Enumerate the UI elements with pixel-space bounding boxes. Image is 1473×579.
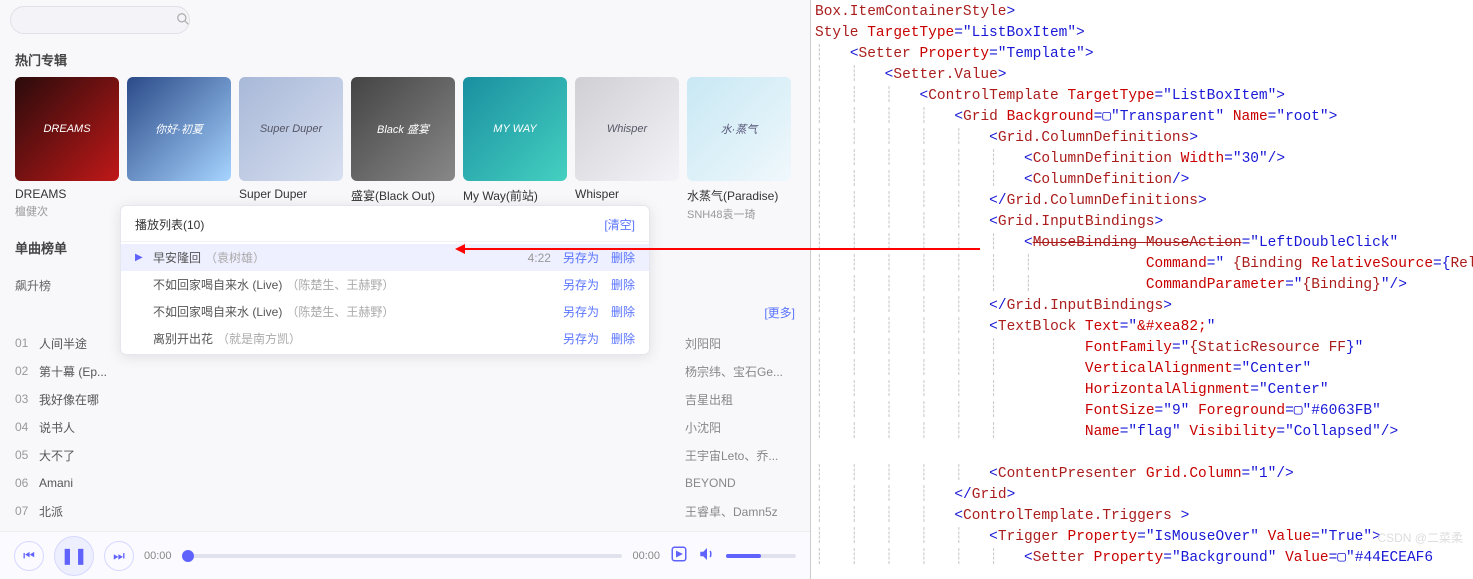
album-cover[interactable]: 水·蒸气: [687, 77, 791, 181]
playlist-saveas-link[interactable]: 另存为: [563, 303, 599, 320]
rank-row[interactable]: 04说书人小沈阳: [15, 413, 795, 441]
rank-artist: 王睿卓、Damn5z: [685, 503, 795, 520]
volume-icon[interactable]: [698, 545, 716, 566]
music-app-pane: 热门专辑 DREAMSDREAMS檀健次 你好·初夏 Super DuperSu…: [0, 0, 810, 579]
rank-name: 北派: [39, 503, 685, 520]
album-title: My Way(前站): [463, 187, 567, 204]
prev-button[interactable]: ⏮: [14, 541, 44, 571]
playlist-delete-link[interactable]: 删除: [611, 303, 635, 320]
rank-num: 06: [15, 476, 39, 490]
album-cover[interactable]: Whisper: [575, 77, 679, 181]
album-cover[interactable]: Black 盛宴: [351, 77, 455, 181]
time-total: 00:00: [632, 550, 660, 562]
playlist-saveas-link[interactable]: 另存为: [563, 330, 599, 347]
album-artist: SNH48袁一琦: [687, 206, 791, 222]
rank-name: 我好像在哪: [39, 391, 685, 408]
volume-slider[interactable]: [726, 554, 796, 558]
volume-fill: [726, 554, 761, 558]
search-box[interactable]: [10, 6, 190, 34]
album-card[interactable]: 你好·初夏: [127, 77, 231, 222]
album-title: Whisper: [575, 187, 679, 201]
progress-bar[interactable]: [182, 554, 623, 558]
play-pause-button[interactable]: ❚❚: [54, 536, 94, 576]
playlist-song-name: 不如回家喝自来水 (Live)（陈楚生、王赫野）: [153, 276, 507, 293]
album-title: Super Duper: [239, 187, 343, 201]
album-cover[interactable]: 你好·初夏: [127, 77, 231, 181]
rank-row[interactable]: 02第十幕 (Ep...杨宗纬、宝石Ge...: [15, 357, 795, 385]
playlist-duration: 4:22: [507, 251, 551, 265]
progress-thumb[interactable]: [182, 550, 194, 562]
playlist-title: 播放列表(10): [135, 216, 204, 233]
rank-num: 03: [15, 392, 39, 406]
annotation-arrow: [460, 248, 980, 250]
rank-num: 01: [15, 336, 39, 350]
albums-row: DREAMSDREAMS檀健次 你好·初夏 Super DuperSuper D…: [0, 77, 810, 222]
rank-artist: 杨宗纬、宝石Ge...: [685, 363, 795, 380]
playlist-header: 播放列表(10) [清空]: [121, 206, 649, 242]
album-card[interactable]: Black 盛宴盛宴(Black Out): [351, 77, 455, 222]
rank-num: 02: [15, 364, 39, 378]
playlist-saveas-link[interactable]: 另存为: [563, 276, 599, 293]
next-button[interactable]: ⏭: [104, 541, 134, 571]
playlist-delete-link[interactable]: 删除: [611, 276, 635, 293]
section-hot-albums: 热门专辑: [0, 40, 810, 77]
play-flag-icon: ▶: [135, 252, 153, 263]
playlist-song-name: 不如回家喝自来水 (Live)（陈楚生、王赫野）: [153, 303, 507, 320]
rank-row[interactable]: 03我好像在哪吉星出租: [15, 385, 795, 413]
rank-num: 05: [15, 448, 39, 462]
playlist-song-name: 离别开出花（就是南方凯）: [153, 330, 507, 347]
rank-row[interactable]: 06AmaniBEYOND: [15, 469, 795, 497]
rank-name: 说书人: [39, 419, 685, 436]
code-editor-pane[interactable]: Box.ItemContainerStyle> Style TargetType…: [810, 0, 1473, 579]
album-title: DREAMS: [15, 187, 119, 201]
playlist-saveas-link[interactable]: 另存为: [563, 249, 599, 266]
album-card[interactable]: Super Duper Super Duper: [239, 77, 343, 222]
album-card[interactable]: DREAMS DREAMS 檀健次: [15, 77, 119, 222]
playlist-icon[interactable]: [670, 545, 688, 566]
search-input[interactable]: [21, 13, 176, 27]
album-card[interactable]: WhisperWhisper者): [575, 77, 679, 222]
album-title: 盛宴(Black Out): [351, 187, 455, 204]
rank-row[interactable]: 05大不了王宇宙Leto、乔...: [15, 441, 795, 469]
album-artist: 檀健次: [15, 203, 119, 219]
playlist-delete-link[interactable]: 删除: [611, 330, 635, 347]
rank-name: Amani: [39, 476, 685, 490]
rank-row[interactable]: 07北派王睿卓、Damn5z: [15, 497, 795, 525]
search-icon[interactable]: [176, 12, 190, 29]
rank-artist: 刘阳阳: [685, 335, 795, 352]
rank-num: 04: [15, 420, 39, 434]
watermark: CSDN @二菜柔: [1377, 528, 1463, 549]
rank-artist: 吉星出租: [685, 391, 795, 408]
search-row: [0, 0, 810, 40]
playlist-row[interactable]: 离别开出花（就是南方凯） 另存为 删除: [121, 325, 649, 352]
playlist-popup: 播放列表(10) [清空] ▶ 早安隆回（袁树雄） 4:22 另存为 删除 不如…: [120, 205, 650, 355]
playlist-body: ▶ 早安隆回（袁树雄） 4:22 另存为 删除 不如回家喝自来水 (Live)（…: [121, 242, 649, 354]
rank-num: 07: [15, 504, 39, 518]
rank-artist: 小沈阳: [685, 419, 795, 436]
album-card[interactable]: MY WAY My Way(前站): [463, 77, 567, 222]
album-title: 水蒸气(Paradise): [687, 187, 791, 204]
album-cover[interactable]: DREAMS: [15, 77, 119, 181]
playlist-row[interactable]: 不如回家喝自来水 (Live)（陈楚生、王赫野） 另存为 删除: [121, 271, 649, 298]
album-cover[interactable]: MY WAY: [463, 77, 567, 181]
album-cover[interactable]: Super Duper: [239, 77, 343, 181]
rank-name: 第十幕 (Ep...: [39, 363, 685, 380]
rank-name: 大不了: [39, 447, 685, 464]
playlist-delete-link[interactable]: 删除: [611, 249, 635, 266]
playlist-clear-link[interactable]: [清空]: [604, 216, 635, 233]
time-current: 00:00: [144, 550, 172, 562]
album-card[interactable]: 水·蒸气水蒸气(Paradise) SNH48袁一琦: [687, 77, 791, 222]
rank-artist: BEYOND: [685, 476, 795, 490]
rank-artist: 王宇宙Leto、乔...: [685, 447, 795, 464]
playlist-row[interactable]: 不如回家喝自来水 (Live)（陈楚生、王赫野） 另存为 删除: [121, 298, 649, 325]
player-bar: ⏮ ❚❚ ⏭ 00:00 00:00: [0, 531, 810, 579]
